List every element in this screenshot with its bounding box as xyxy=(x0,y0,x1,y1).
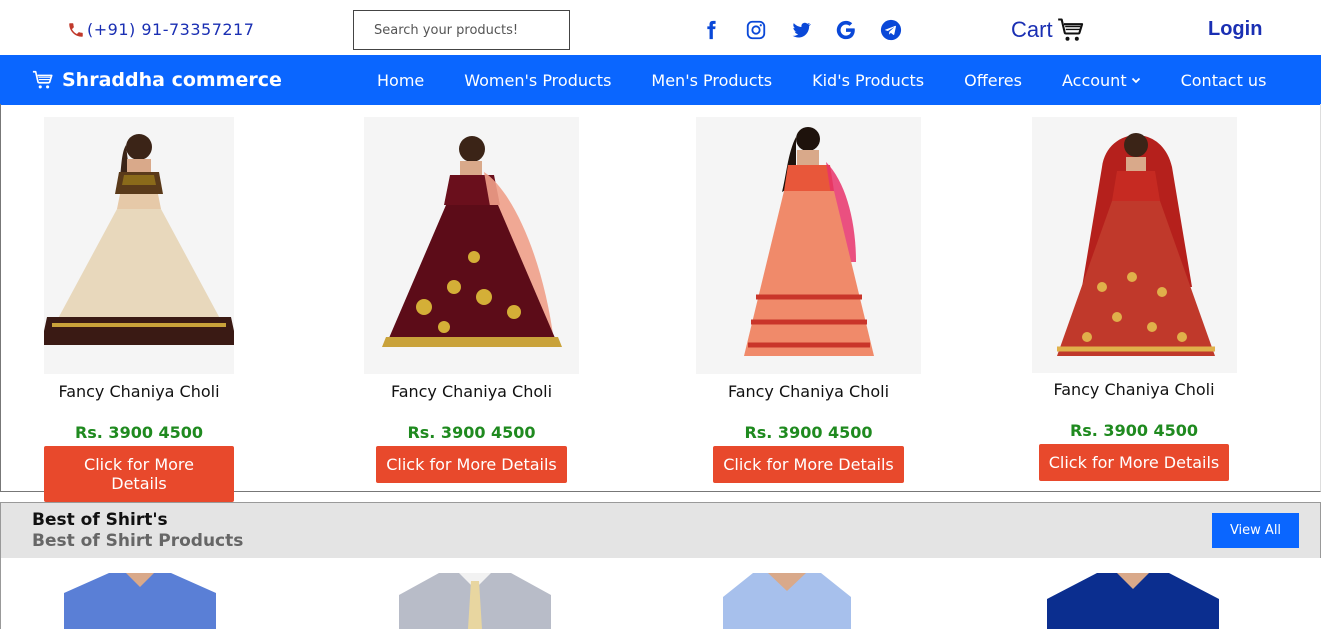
product-title: Fancy Chaniya Choli xyxy=(1053,380,1215,399)
section-subtitle: Best of Shirt Products xyxy=(32,531,244,551)
nav-item-home[interactable]: Home xyxy=(357,71,444,90)
shirt-grid xyxy=(0,558,1321,629)
nav-item-account-label: Account xyxy=(1061,70,1127,90)
brand-logo[interactable]: Shraddha commerce xyxy=(32,69,282,91)
product-price: Rs. 3900 4500 xyxy=(74,423,204,442)
cart-label: Cart xyxy=(1011,17,1053,42)
nav-item-offers[interactable]: Offeres xyxy=(944,71,1042,90)
nav-item-womens-products[interactable]: Women's Products xyxy=(444,71,631,90)
product-card: Fancy Chaniya Choli Rs. 3900 4500 Click … xyxy=(44,117,234,502)
product-image[interactable] xyxy=(364,117,579,374)
cart-link[interactable]: Cart xyxy=(1011,16,1085,44)
main-nav: Shraddha commerce Home Women's Products … xyxy=(0,55,1321,105)
product-image[interactable] xyxy=(1032,117,1237,373)
product-title: Fancy Chaniya Choli xyxy=(727,382,890,401)
product-price: Rs. 3900 4500 xyxy=(1069,421,1199,440)
details-button[interactable]: Click for More Details xyxy=(1038,444,1230,481)
top-bar: (+91) 91-73357217 Cart Login xyxy=(0,0,1321,55)
twitter-icon[interactable] xyxy=(778,17,823,43)
product-price: Rs. 3900 4500 xyxy=(407,423,536,442)
nav-item-mens-products[interactable]: Men's Products xyxy=(631,71,792,90)
product-card: Fancy Chaniya Choli Rs. 3900 4500 Click … xyxy=(364,117,579,483)
shirt-image[interactable] xyxy=(1047,573,1219,629)
product-grid: Fancy Chaniya Choli Rs. 3900 4500 Click … xyxy=(0,104,1321,502)
shirt-image[interactable] xyxy=(64,573,216,629)
product-card: Fancy Chaniya Choli Rs. 3900 4500 Click … xyxy=(1029,117,1239,481)
product-card: Fancy Chaniya Choli Rs. 3900 4500 Click … xyxy=(696,117,921,483)
telegram-icon[interactable] xyxy=(868,17,913,43)
section-header-shirts: Best of Shirt's Best of Shirt Products V… xyxy=(0,502,1321,558)
shirt-image[interactable] xyxy=(399,573,551,629)
social-links xyxy=(688,17,913,43)
nav-item-contact-us[interactable]: Contact us xyxy=(1161,71,1287,90)
details-button[interactable]: Click for More Details xyxy=(376,446,567,483)
shirt-image[interactable] xyxy=(723,573,851,629)
details-button[interactable]: Click for More Details xyxy=(44,446,234,502)
product-image[interactable] xyxy=(44,117,234,374)
nav-menu: Home Women's Products Men's Products Kid… xyxy=(357,55,1286,105)
cart-icon xyxy=(1057,18,1083,41)
product-title: Fancy Chaniya Choli xyxy=(58,382,220,401)
product-price: Rs. 3900 4500 xyxy=(744,423,873,442)
phone-number: (+91) 91-73357217 xyxy=(87,20,255,39)
product-title: Fancy Chaniya Choli xyxy=(390,382,553,401)
login-link[interactable]: Login xyxy=(1208,18,1262,41)
nav-item-account[interactable]: Account xyxy=(1042,71,1161,90)
brand-name: Shraddha commerce xyxy=(62,69,282,91)
cart-icon xyxy=(32,70,53,89)
details-button[interactable]: Click for More Details xyxy=(713,446,904,483)
phone-icon xyxy=(69,22,83,37)
search-input[interactable] xyxy=(353,10,570,50)
nav-item-kids-products[interactable]: Kid's Products xyxy=(792,71,944,90)
facebook-icon[interactable] xyxy=(688,17,733,43)
chevron-down-icon xyxy=(1131,77,1140,84)
instagram-icon[interactable] xyxy=(733,17,778,43)
phone-contact[interactable]: (+91) 91-73357217 xyxy=(67,20,254,39)
google-icon[interactable] xyxy=(823,17,868,43)
section-title: Best of Shirt's xyxy=(32,510,168,530)
product-image[interactable] xyxy=(696,117,921,374)
view-all-button[interactable]: View All xyxy=(1212,513,1299,548)
